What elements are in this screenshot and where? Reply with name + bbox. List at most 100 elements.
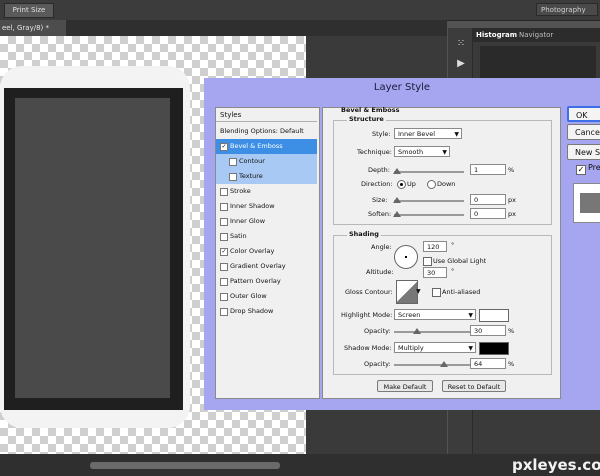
dropdown-value: Screen	[398, 311, 421, 319]
shadow-color-swatch[interactable]	[479, 342, 509, 355]
soften-input[interactable]: 0	[470, 208, 506, 219]
checkbox[interactable]	[220, 278, 228, 286]
style-inner-glow[interactable]: Inner Glow	[216, 214, 317, 229]
new-style-button[interactable]: New Style...	[567, 144, 600, 160]
styles-header[interactable]: Styles	[216, 108, 317, 122]
style-label: Contour	[239, 157, 265, 165]
style-contour[interactable]: Contour	[216, 154, 317, 169]
gloss-contour-preview[interactable]	[396, 280, 418, 304]
chevron-down-icon: ▼	[468, 345, 473, 352]
style-label: Outer Glow	[230, 292, 267, 300]
checkbox[interactable]	[229, 173, 237, 181]
reset-to-default-button[interactable]: Reset to Default	[442, 380, 506, 392]
highlight-mode-dropdown[interactable]: Screen ▼	[394, 309, 476, 320]
style-label: Gradient Overlay	[230, 262, 286, 270]
style-inner-shadow[interactable]: Inner Shadow	[216, 199, 317, 214]
style-texture[interactable]: Texture	[216, 169, 317, 184]
global-light-label: Use Global Light	[433, 257, 487, 265]
style-label: Color Overlay	[230, 247, 275, 255]
style-label: Bevel & Emboss	[230, 142, 283, 150]
angle-dial[interactable]	[394, 245, 418, 269]
soften-unit: px	[508, 210, 516, 218]
depth-unit: %	[508, 166, 515, 174]
angle-input[interactable]: 120	[423, 241, 447, 252]
style-gradient-overlay[interactable]: Gradient Overlay	[216, 259, 317, 274]
dialog-title: Layer Style	[373, 82, 431, 93]
direction-label: Direction:	[361, 180, 393, 188]
direction-down-radio[interactable]	[427, 180, 436, 189]
soften-slider-thumb[interactable]	[393, 211, 401, 217]
dropdown-value: Inner Bevel	[398, 130, 436, 138]
horizontal-scrollbar[interactable]	[90, 462, 280, 469]
style-dropdown[interactable]: Inner Bevel ▼	[394, 128, 462, 139]
checkbox[interactable]	[220, 233, 228, 241]
preview-checkbox[interactable]: ✓	[576, 165, 586, 175]
depth-slider-thumb[interactable]	[393, 168, 401, 174]
technique-dropdown[interactable]: Smooth ▼	[394, 146, 450, 157]
shadow-opacity-slider[interactable]	[394, 364, 474, 366]
shadow-opacity-thumb[interactable]	[440, 361, 448, 367]
style-label: Pattern Overlay	[230, 277, 281, 285]
size-slider[interactable]	[394, 200, 464, 202]
checkbox[interactable]	[220, 293, 228, 301]
checkbox[interactable]	[220, 263, 228, 271]
tab-navigator[interactable]: Navigator	[519, 29, 553, 41]
ok-button[interactable]: OK	[567, 106, 600, 122]
chevron-down-icon[interactable]: ▼	[416, 288, 421, 295]
cancel-button[interactable]: Cancel	[567, 124, 600, 140]
checkbox[interactable]	[229, 158, 237, 166]
style-drop-shadow[interactable]: Drop Shadow	[216, 304, 317, 319]
style-stroke[interactable]: Stroke	[216, 184, 317, 199]
global-light-checkbox[interactable]	[423, 257, 432, 266]
make-default-button[interactable]: Make Default	[377, 380, 433, 392]
options-bar	[0, 0, 600, 21]
document-tab[interactable]: eel, Gray/8) *	[0, 20, 66, 36]
altitude-label: Altitude:	[366, 268, 394, 276]
style-label: Satin	[230, 232, 247, 240]
checkbox[interactable]	[220, 203, 228, 211]
technique-label: Technique:	[357, 148, 392, 156]
checkbox-checked[interactable]: ✓	[220, 248, 228, 256]
checkbox[interactable]	[220, 188, 228, 196]
highlight-color-swatch[interactable]	[479, 309, 509, 322]
style-outer-glow[interactable]: Outer Glow	[216, 289, 317, 304]
dots-grid-icon[interactable]: ⁙	[455, 38, 467, 50]
highlight-opacity-label: Opacity:	[364, 327, 391, 335]
size-input[interactable]: 0	[470, 194, 506, 205]
play-icon[interactable]: ▶	[455, 58, 467, 70]
highlight-opacity-input[interactable]: 30	[470, 325, 506, 336]
anti-aliased-checkbox[interactable]	[432, 288, 441, 297]
size-slider-thumb[interactable]	[393, 197, 401, 203]
highlight-opacity-thumb[interactable]	[413, 328, 421, 334]
style-pattern-overlay[interactable]: Pattern Overlay	[216, 274, 317, 289]
style-color-overlay[interactable]: ✓ Color Overlay	[216, 244, 317, 259]
tab-histogram[interactable]: Histogram	[476, 29, 517, 41]
direction-up-radio[interactable]	[397, 180, 406, 189]
direction-down-label: Down	[437, 180, 456, 188]
style-label: Inner Glow	[230, 217, 266, 225]
style-blending-options[interactable]: Blending Options: Default	[216, 124, 317, 139]
soften-label: Soften:	[368, 210, 392, 218]
shading-title: Shading	[347, 229, 381, 239]
checkbox[interactable]	[220, 218, 228, 226]
shadow-mode-dropdown[interactable]: Multiply ▼	[394, 342, 476, 353]
highlight-opacity-slider[interactable]	[394, 331, 474, 333]
depth-label: Depth:	[368, 166, 390, 174]
depth-slider[interactable]	[394, 171, 464, 173]
angle-label: Angle:	[371, 243, 392, 251]
dial-center	[405, 256, 407, 258]
soften-slider[interactable]	[394, 214, 464, 216]
shadow-opacity-unit: %	[508, 360, 515, 368]
depth-input[interactable]: 1	[470, 164, 506, 175]
style-bevel-emboss[interactable]: ✓ Bevel & Emboss	[216, 139, 317, 154]
altitude-input[interactable]: 30	[423, 267, 447, 278]
checkbox[interactable]	[220, 308, 228, 316]
document-tab-strip	[0, 20, 447, 36]
style-label: Blending Options: Default	[220, 127, 304, 135]
workspace-switcher[interactable]: Photography	[536, 3, 598, 16]
checkbox-checked[interactable]: ✓	[220, 143, 228, 151]
style-satin[interactable]: Satin	[216, 229, 317, 244]
shadow-opacity-input[interactable]: 64	[470, 358, 506, 369]
print-size-button[interactable]: Print Size	[4, 3, 54, 18]
preview-label: Preview	[588, 163, 600, 172]
